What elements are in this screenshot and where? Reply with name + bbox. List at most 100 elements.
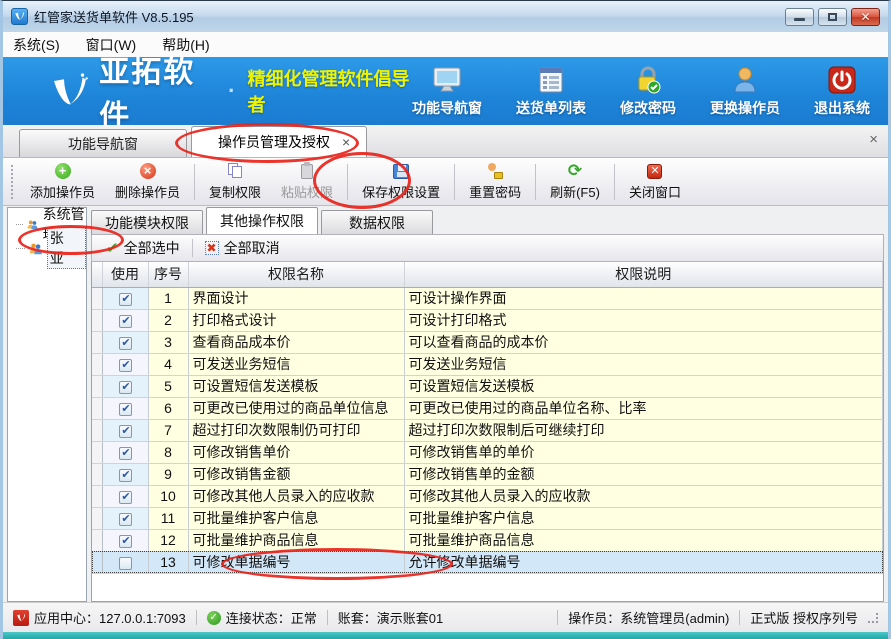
row-checkbox[interactable] [119, 557, 132, 570]
save-permission-button[interactable]: 保存权限设置 [352, 159, 450, 204]
table-row[interactable]: 4 可发送业务短信 可发送业务短信 [92, 353, 883, 375]
row-use-cell[interactable] [102, 397, 148, 419]
row-use-cell[interactable] [102, 375, 148, 397]
row-checkbox[interactable] [119, 535, 132, 548]
table-row[interactable]: 1 界面设计 可设计操作界面 [92, 287, 883, 309]
add-operator-button[interactable]: + 添加操作员 [20, 159, 105, 204]
brand-slogan: 精细化管理软件倡导者 [248, 65, 412, 117]
row-desc-cell: 可修改其他人员录入的应收款 [404, 485, 883, 507]
table-row[interactable]: 3 查看商品成本价 可以查看商品的成本价 [92, 331, 883, 353]
row-checkbox[interactable] [119, 447, 132, 460]
header-no[interactable]: 序号 [148, 262, 188, 287]
delete-icon: × [140, 163, 156, 179]
refresh-button[interactable]: ⟳ 刷新(F5) [540, 159, 610, 204]
row-checkbox[interactable] [119, 315, 132, 328]
banner-nav-exit[interactable]: 退出系统 [814, 65, 870, 118]
row-checkbox[interactable] [119, 359, 132, 372]
connection-status: ✓ 连接状态：正常 [207, 608, 317, 627]
row-gutter [92, 309, 102, 331]
row-desc-cell: 可设计操作界面 [404, 287, 883, 309]
tab-module-permissions[interactable]: 功能模块权限 [91, 210, 203, 234]
row-use-cell[interactable] [102, 287, 148, 309]
table-row[interactable]: 11 可批量维护客户信息 可批量维护客户信息 [92, 507, 883, 529]
reset-password-button[interactable]: 重置密码 [459, 159, 531, 204]
table-row[interactable]: 13 可修改单据编号 允许修改单据编号 [92, 551, 883, 573]
row-use-cell[interactable] [102, 419, 148, 441]
table-row[interactable]: 12 可批量维护商品信息 可批量维护商品信息 [92, 529, 883, 551]
row-name-cell: 打印格式设计 [188, 309, 404, 331]
minimize-button[interactable] [785, 8, 814, 26]
table-header-row: 使用 序号 权限名称 权限说明 [92, 262, 883, 287]
row-desc-cell: 可批量维护客户信息 [404, 507, 883, 529]
row-use-cell[interactable] [102, 441, 148, 463]
close-button[interactable]: ✕ [851, 8, 880, 26]
row-use-cell[interactable] [102, 309, 148, 331]
row-use-cell[interactable] [102, 551, 148, 573]
row-checkbox[interactable] [119, 513, 132, 526]
row-checkbox[interactable] [119, 381, 132, 394]
table-row[interactable]: 6 可更改已使用过的商品单位信息 可更改已使用过的商品单位名称、比率 [92, 397, 883, 419]
row-checkbox[interactable] [119, 403, 132, 416]
row-name-cell: 界面设计 [188, 287, 404, 309]
row-checkbox[interactable] [119, 491, 132, 504]
header-use[interactable]: 使用 [102, 262, 148, 287]
row-checkbox[interactable] [119, 469, 132, 482]
copy-permission-button[interactable]: 复制权限 [199, 159, 271, 204]
paste-permission-button[interactable]: 粘贴权限 [271, 159, 343, 204]
strip-close-icon[interactable]: × [869, 131, 878, 148]
select-all-button[interactable]: ✔ 全部选中 [100, 236, 186, 260]
row-desc-cell: 可更改已使用过的商品单位名称、比率 [404, 397, 883, 419]
tab-operator-management[interactable]: 操作员管理及授权 × [191, 126, 367, 157]
status-bar: 应用中心：127.0.0.1:7093 ✓ 连接状态：正常 账套：演示账套01 … [3, 602, 888, 632]
tab-close-icon[interactable]: × [340, 134, 352, 150]
row-checkbox[interactable] [119, 293, 132, 306]
row-use-cell[interactable] [102, 353, 148, 375]
row-checkbox[interactable] [119, 337, 132, 350]
row-use-cell[interactable] [102, 331, 148, 353]
delete-operator-button[interactable]: × 删除操作员 [105, 159, 190, 204]
deselect-all-button[interactable]: ✖ 全部取消 [199, 236, 286, 260]
row-checkbox[interactable] [119, 425, 132, 438]
row-use-cell[interactable] [102, 485, 148, 507]
operator-tree-panel: 系统管理员 张亚 [7, 207, 87, 602]
row-use-cell[interactable] [102, 507, 148, 529]
table-row[interactable]: 9 可修改销售金额 可修改销售单的金额 [92, 463, 883, 485]
row-no-cell: 12 [148, 529, 188, 551]
header-name[interactable]: 权限名称 [188, 262, 404, 287]
close-window-button[interactable]: ✕ 关闭窗口 [619, 159, 691, 204]
users-icon [27, 217, 38, 232]
table-row[interactable]: 10 可修改其他人员录入的应收款 可修改其他人员录入的应收款 [92, 485, 883, 507]
tab-function-nav[interactable]: 功能导航窗 [19, 129, 187, 157]
tab-data-permissions[interactable]: 数据权限 [321, 210, 433, 234]
resize-grip[interactable] [868, 613, 878, 623]
row-name-cell: 可更改已使用过的商品单位信息 [188, 397, 404, 419]
operator-status: 操作员：系统管理员(admin) [568, 608, 729, 627]
brand-banner: 亚拓软件 · 精细化管理软件倡导者 功能导航窗 送货单列表 修改 [3, 57, 888, 125]
edition-status[interactable]: 正式版 授权序列号 [750, 608, 858, 627]
row-gutter [92, 397, 102, 419]
banner-nav-change-operator[interactable]: 更换操作员 [710, 65, 780, 118]
title-bar: 红管家送货单软件 V8.5.195 ✕ [3, 1, 888, 32]
row-name-cell: 可修改其他人员录入的应收款 [188, 485, 404, 507]
row-gutter [92, 551, 102, 573]
row-use-cell[interactable] [102, 529, 148, 551]
table-row[interactable]: 8 可修改销售单价 可修改销售单的单价 [92, 441, 883, 463]
table-row[interactable]: 2 打印格式设计 可设计打印格式 [92, 309, 883, 331]
maximize-button[interactable] [818, 8, 847, 26]
row-no-cell: 7 [148, 419, 188, 441]
row-gutter [92, 529, 102, 551]
tab-other-permissions[interactable]: 其他操作权限 [206, 207, 318, 234]
header-desc[interactable]: 权限说明 [404, 262, 883, 287]
row-desc-cell: 超过打印次数限制后可继续打印 [404, 419, 883, 441]
row-desc-cell: 可设置短信发送模板 [404, 375, 883, 397]
banner-nav-change-password[interactable]: 修改密码 [620, 65, 676, 118]
tree-item-zhangya[interactable]: 张亚 [8, 236, 86, 260]
users-icon [29, 241, 43, 256]
banner-nav-delivery-list[interactable]: 送货单列表 [516, 65, 586, 118]
table-row[interactable]: 5 可设置短信发送模板 可设置短信发送模板 [92, 375, 883, 397]
row-use-cell[interactable] [102, 463, 148, 485]
banner-nav-function[interactable]: 功能导航窗 [412, 65, 482, 118]
app-window: 红管家送货单软件 V8.5.195 ✕ 系统(S) 窗口(W) 帮助(H) 亚拓… [0, 0, 891, 639]
table-row[interactable]: 7 超过打印次数限制仍可打印 超过打印次数限制后可继续打印 [92, 419, 883, 441]
row-gutter [92, 463, 102, 485]
